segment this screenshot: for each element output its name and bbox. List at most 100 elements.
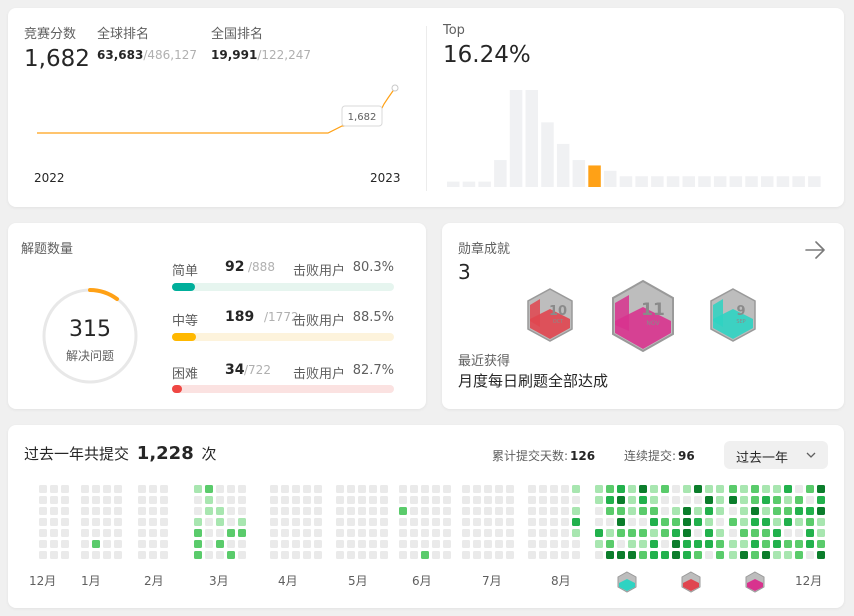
- heatmap-cell[interactable]: [50, 529, 58, 537]
- heatmap-cell[interactable]: [238, 540, 246, 548]
- heatmap-cell[interactable]: [443, 518, 451, 526]
- heatmap-cell[interactable]: [650, 518, 658, 526]
- heatmap-cell[interactable]: [473, 507, 481, 515]
- heatmap-cell[interactable]: [50, 551, 58, 559]
- heatmap-cell[interactable]: [751, 518, 759, 526]
- heatmap-cell[interactable]: [421, 540, 429, 548]
- heatmap-cell[interactable]: [410, 507, 418, 515]
- heatmap-cell[interactable]: [92, 518, 100, 526]
- heatmap-cell[interactable]: [683, 518, 691, 526]
- heatmap-cell[interactable]: [114, 518, 122, 526]
- heatmap-cell[interactable]: [484, 496, 492, 504]
- heatmap-cell[interactable]: [347, 485, 355, 493]
- heatmap-cell[interactable]: [561, 485, 569, 493]
- heatmap-cell[interactable]: [205, 496, 213, 504]
- heatmap-cell[interactable]: [81, 551, 89, 559]
- heatmap-cell[interactable]: [227, 518, 235, 526]
- heatmap-cell[interactable]: [661, 551, 669, 559]
- heatmap-cell[interactable]: [194, 496, 202, 504]
- heatmap-cell[interactable]: [506, 551, 514, 559]
- heatmap-cell[interactable]: [61, 540, 69, 548]
- heatmap-cell[interactable]: [628, 507, 636, 515]
- heatmap-cell[interactable]: [606, 551, 614, 559]
- heatmap-cell[interactable]: [550, 496, 558, 504]
- heatmap-cell[interactable]: [606, 496, 614, 504]
- heatmap-cell[interactable]: [216, 540, 224, 548]
- arrow-right-icon[interactable]: [804, 240, 826, 260]
- heatmap-cell[interactable]: [410, 529, 418, 537]
- heatmap-cell[interactable]: [561, 496, 569, 504]
- heatmap-cell[interactable]: [227, 529, 235, 537]
- heatmap-cell[interactable]: [216, 496, 224, 504]
- heatmap-cell[interactable]: [238, 496, 246, 504]
- heatmap-cell[interactable]: [650, 540, 658, 548]
- heatmap-cell[interactable]: [103, 551, 111, 559]
- heatmap-cell[interactable]: [160, 551, 168, 559]
- rating-histogram[interactable]: [8, 8, 844, 207]
- heatmap-cell[interactable]: [705, 540, 713, 548]
- heatmap-cell[interactable]: [303, 540, 311, 548]
- heatmap-cell[interactable]: [160, 518, 168, 526]
- heatmap-cell[interactable]: [806, 540, 814, 548]
- heatmap-cell[interactable]: [194, 540, 202, 548]
- heatmap-cell[interactable]: [650, 529, 658, 537]
- heatmap-cell[interactable]: [50, 507, 58, 515]
- heatmap-cell[interactable]: [716, 540, 724, 548]
- heatmap-cell[interactable]: [784, 529, 792, 537]
- heatmap-cell[interactable]: [380, 518, 388, 526]
- heatmap-cell[interactable]: [347, 518, 355, 526]
- heatmap-cell[interactable]: [443, 507, 451, 515]
- heatmap-cell[interactable]: [817, 496, 825, 504]
- heatmap-cell[interactable]: [336, 485, 344, 493]
- heatmap-cell[interactable]: [773, 551, 781, 559]
- heatmap-cell[interactable]: [751, 551, 759, 559]
- heatmap-cell[interactable]: [561, 540, 569, 548]
- heatmap-cell[interactable]: [539, 485, 547, 493]
- heatmap-cell[interactable]: [462, 496, 470, 504]
- heatmap-cell[interactable]: [39, 540, 47, 548]
- heatmap-cell[interactable]: [561, 507, 569, 515]
- heatmap-cell[interactable]: [149, 507, 157, 515]
- heatmap-cell[interactable]: [694, 518, 702, 526]
- heatmap-cell[interactable]: [303, 518, 311, 526]
- heatmap-cell[interactable]: [380, 496, 388, 504]
- heatmap-cell[interactable]: [506, 507, 514, 515]
- heatmap-cell[interactable]: [795, 507, 803, 515]
- heatmap-cell[interactable]: [729, 551, 737, 559]
- heatmap-cell[interactable]: [484, 518, 492, 526]
- heatmap-cell[interactable]: [806, 551, 814, 559]
- heatmap-cell[interactable]: [495, 551, 503, 559]
- heatmap-cell[interactable]: [81, 529, 89, 537]
- heatmap-cell[interactable]: [762, 496, 770, 504]
- heatmap-cell[interactable]: [410, 540, 418, 548]
- heatmap-cell[interactable]: [628, 518, 636, 526]
- heatmap-cell[interactable]: [784, 540, 792, 548]
- heatmap-cell[interactable]: [81, 540, 89, 548]
- heatmap-cell[interactable]: [421, 507, 429, 515]
- heatmap-cell[interactable]: [347, 551, 355, 559]
- heatmap-cell[interactable]: [639, 496, 647, 504]
- heatmap-cell[interactable]: [751, 507, 759, 515]
- heatmap-cell[interactable]: [238, 507, 246, 515]
- heatmap-cell[interactable]: [39, 485, 47, 493]
- heatmap-cell[interactable]: [550, 485, 558, 493]
- heatmap-cell[interactable]: [103, 540, 111, 548]
- heatmap-cell[interactable]: [628, 529, 636, 537]
- heatmap-cell[interactable]: [281, 551, 289, 559]
- heatmap-cell[interactable]: [61, 496, 69, 504]
- heatmap-cell[interactable]: [39, 507, 47, 515]
- heatmap-cell[interactable]: [369, 496, 377, 504]
- heatmap-cell[interactable]: [705, 485, 713, 493]
- heatmap-cell[interactable]: [443, 496, 451, 504]
- heatmap-cell[interactable]: [432, 485, 440, 493]
- heatmap-cell[interactable]: [817, 518, 825, 526]
- heatmap-cell[interactable]: [399, 507, 407, 515]
- heatmap-cell[interactable]: [410, 496, 418, 504]
- heatmap-cell[interactable]: [421, 551, 429, 559]
- heatmap-cell[interactable]: [432, 540, 440, 548]
- heatmap-cell[interactable]: [729, 507, 737, 515]
- heatmap-cell[interactable]: [751, 540, 759, 548]
- heatmap-cell[interactable]: [380, 507, 388, 515]
- heatmap-cell[interactable]: [227, 540, 235, 548]
- heatmap-cell[interactable]: [336, 529, 344, 537]
